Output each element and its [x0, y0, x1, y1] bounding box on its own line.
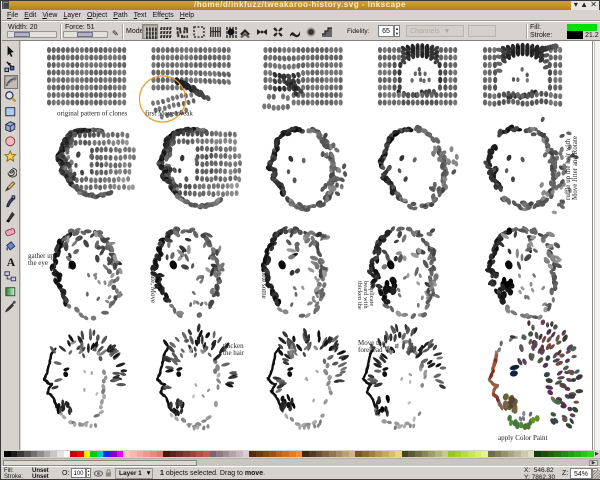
svg-text:beard with: beard with: [362, 281, 369, 309]
svg-text:A: A: [7, 256, 16, 268]
svg-text:first Move tweak: first Move tweak: [145, 110, 193, 118]
svg-text:apply Color Paint: apply Color Paint: [498, 434, 547, 442]
svg-text:Delete some: Delete some: [260, 264, 268, 299]
svg-text:original pattern of clones: original pattern of clones: [57, 110, 127, 118]
svg-text:Duplicate: Duplicate: [368, 281, 375, 306]
svg-text:Move Jitter and Rotate: Move Jitter and Rotate: [571, 136, 579, 200]
svg-text:the hair: the hair: [223, 349, 245, 357]
svg-text:the eye: the eye: [28, 259, 48, 267]
svg-text:thicken the: thicken the: [356, 281, 363, 310]
svg-text:Rotate, Move: Rotate, Move: [149, 265, 157, 303]
svg-text:forehead: forehead: [358, 346, 383, 354]
